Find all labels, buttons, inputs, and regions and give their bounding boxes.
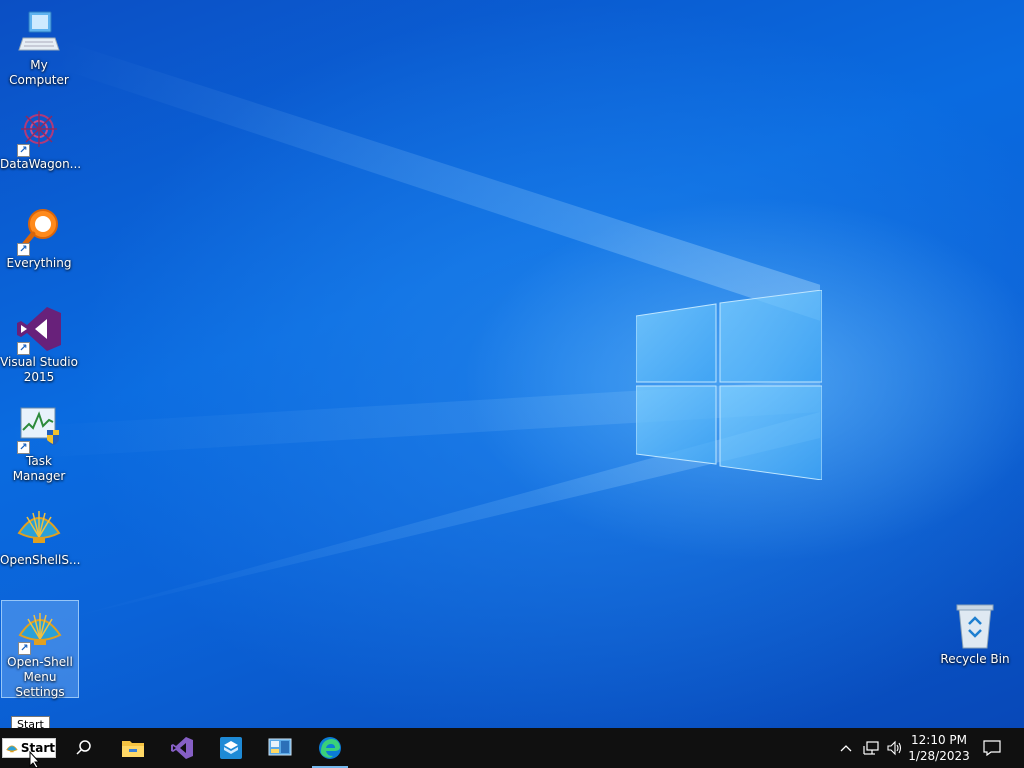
- everything-search-icon: ↗: [15, 206, 63, 256]
- box-app-icon: [220, 737, 242, 759]
- chevron-up-icon: [840, 745, 852, 752]
- taskbar-app-box[interactable]: [207, 728, 255, 768]
- shortcut-arrow-icon: ↗: [18, 642, 31, 655]
- desktop-icon-datawagon[interactable]: ↗ DataWagon...: [0, 107, 82, 172]
- control-panel-icon: [268, 738, 292, 756]
- notification-icon: [983, 740, 1001, 756]
- desktop-icon-visual-studio[interactable]: ↗ Visual Studio 2015: [0, 305, 78, 385]
- desktop-icon-my-computer[interactable]: My Computer: [0, 8, 78, 88]
- icon-label: Open-Shell Menu Settings: [7, 655, 73, 699]
- folder-icon: [122, 741, 144, 757]
- clock-date: 1/28/2023: [908, 749, 970, 763]
- shortcut-arrow-icon: ↗: [17, 144, 30, 157]
- shortcut-arrow-icon: ↗: [17, 441, 30, 454]
- open-shell-icon: [15, 503, 63, 551]
- taskbar-visual-studio[interactable]: [158, 728, 206, 768]
- icon-label: My Computer: [9, 58, 69, 87]
- recycle-bin-icon: [951, 602, 999, 650]
- mouse-cursor: [29, 751, 41, 768]
- clock[interactable]: 12:10 PM 1/28/2023: [906, 732, 972, 764]
- task-manager-icon: ↗: [15, 404, 63, 454]
- windows-logo-wallpaper: [636, 290, 822, 480]
- desktop-icon-openshell-setup[interactable]: OpenShellS...: [0, 503, 81, 568]
- icon-label: OpenShellS...: [0, 553, 81, 567]
- desktop-icon-task-manager[interactable]: ↗ Task Manager: [0, 404, 78, 484]
- taskbar-file-explorer[interactable]: [109, 728, 157, 768]
- taskbar-control-panel[interactable]: [256, 728, 304, 768]
- shortcut-arrow-icon: ↗: [17, 342, 30, 355]
- shortcut-arrow-icon: ↗: [17, 243, 30, 256]
- action-center-button[interactable]: [978, 728, 1006, 768]
- network-icon: [863, 741, 879, 755]
- show-hidden-icons-button[interactable]: [837, 728, 855, 768]
- icon-label: DataWagon...: [0, 157, 82, 171]
- taskbar-edge[interactable]: [306, 728, 354, 768]
- desktop-icon-recycle-bin[interactable]: Recycle Bin: [936, 602, 1014, 667]
- visual-studio-icon: ↗: [15, 305, 63, 355]
- volume-button[interactable]: [884, 728, 906, 768]
- desktop-icon-everything[interactable]: ↗ Everything: [0, 206, 78, 271]
- desktop[interactable]: My Computer ↗ DataWagon... ↗ Everything …: [0, 0, 1024, 728]
- datawagon-icon: ↗: [15, 107, 63, 157]
- edge-icon: [319, 737, 341, 759]
- taskbar-search-button[interactable]: [60, 728, 108, 768]
- start-orb-icon: [6, 745, 18, 753]
- icon-label: Task Manager: [12, 454, 66, 483]
- icon-label: Everything: [6, 256, 72, 270]
- speaker-icon: [887, 740, 902, 756]
- open-shell-icon: ↗: [16, 605, 64, 655]
- clock-time: 12:10 PM: [911, 733, 967, 747]
- taskbar[interactable]: Start 12:10 PM 1/28/2023: [0, 728, 1024, 768]
- network-button[interactable]: [860, 728, 882, 768]
- icon-label: Visual Studio 2015: [0, 355, 78, 384]
- search-icon: [76, 740, 91, 755]
- icon-label: Recycle Bin: [940, 652, 1010, 666]
- desktop-icon-openshell-settings[interactable]: ↗ Open-Shell Menu Settings: [1, 600, 79, 699]
- computer-icon: [15, 8, 63, 56]
- visual-studio-icon: [171, 737, 193, 759]
